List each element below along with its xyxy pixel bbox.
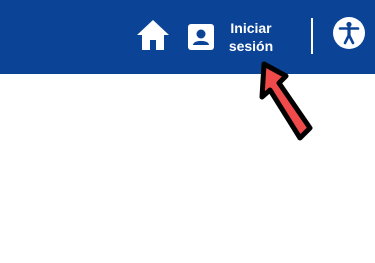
- annotation-arrow-icon: [259, 61, 313, 141]
- accessibility-icon: [333, 17, 365, 49]
- home-button[interactable]: [136, 19, 170, 51]
- accessibility-button[interactable]: [332, 16, 366, 50]
- login-label-line1: Iniciar: [230, 20, 272, 36]
- header-divider: [311, 18, 313, 54]
- login-label: Iniciar sesión: [225, 19, 277, 55]
- login-label-line2: sesión: [228, 38, 274, 54]
- login-button[interactable]: Iniciar sesión: [188, 18, 288, 56]
- user-account-icon: [188, 24, 214, 50]
- home-icon: [137, 20, 169, 50]
